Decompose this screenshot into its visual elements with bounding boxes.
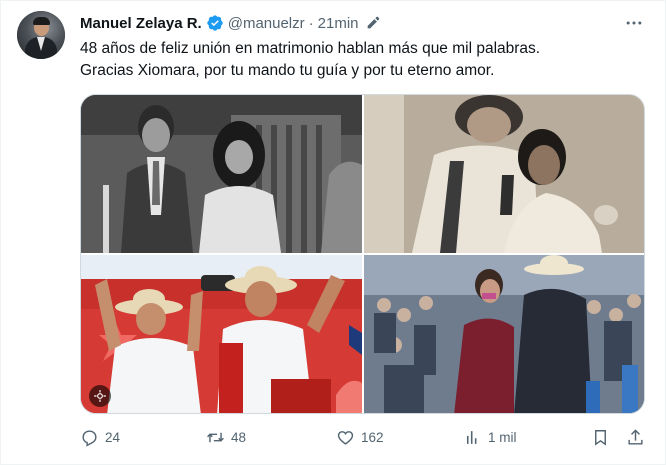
verified-badge-icon — [207, 15, 223, 31]
like-button[interactable]: 162 — [336, 425, 384, 449]
retweet-button[interactable]: 48 — [206, 425, 246, 449]
tweet-header: Manuel Zelaya R. @manuelzr · 21min — [80, 12, 381, 34]
bookmark-button[interactable] — [591, 425, 610, 449]
views-count: 1 mil — [488, 429, 517, 445]
more-options-button[interactable] — [623, 13, 645, 33]
like-count: 162 — [361, 429, 384, 445]
tweet-card[interactable]: Manuel Zelaya R. @manuelzr · 21min 48 añ… — [0, 0, 666, 465]
like-icon — [337, 430, 354, 445]
reply-count: 24 — [105, 429, 121, 445]
reply-icon — [82, 429, 97, 447]
more-icon — [626, 21, 642, 25]
tweet-text-line-2: Gracias Xiomara, por tu mando tu guía y … — [80, 62, 495, 79]
tweet-text-line-1: 48 años de feliz unión en matrimonio hab… — [80, 40, 541, 57]
photo-wedding-couple[interactable] — [81, 95, 362, 253]
tweet-actions: 24 48 162 1 mil — [80, 425, 646, 449]
tweet-text: 48 años de feliz unión en matrimonio hab… — [80, 38, 650, 82]
share-button[interactable] — [626, 425, 645, 449]
retweet-icon — [207, 432, 224, 442]
photo-crowd-greeting[interactable] — [364, 255, 644, 413]
gif-icon[interactable] — [89, 385, 111, 407]
retweet-count: 48 — [231, 429, 247, 445]
tweet-time[interactable]: 21min — [318, 15, 359, 32]
share-icon — [628, 428, 643, 445]
media-grid — [80, 94, 645, 414]
author-handle[interactable]: @manuelzr — [228, 15, 305, 32]
bookmark-icon — [595, 429, 606, 446]
photo-young-couple[interactable] — [364, 95, 644, 253]
views-button[interactable]: 1 mil — [463, 425, 517, 449]
author-avatar[interactable] — [17, 11, 65, 59]
separator-dot: · — [308, 14, 314, 32]
reply-button[interactable]: 24 — [80, 425, 120, 449]
author-name[interactable]: Manuel Zelaya R. — [80, 15, 202, 32]
views-icon — [466, 430, 477, 444]
edit-icon[interactable] — [365, 15, 381, 31]
photo-celebration-rally[interactable] — [81, 255, 362, 413]
